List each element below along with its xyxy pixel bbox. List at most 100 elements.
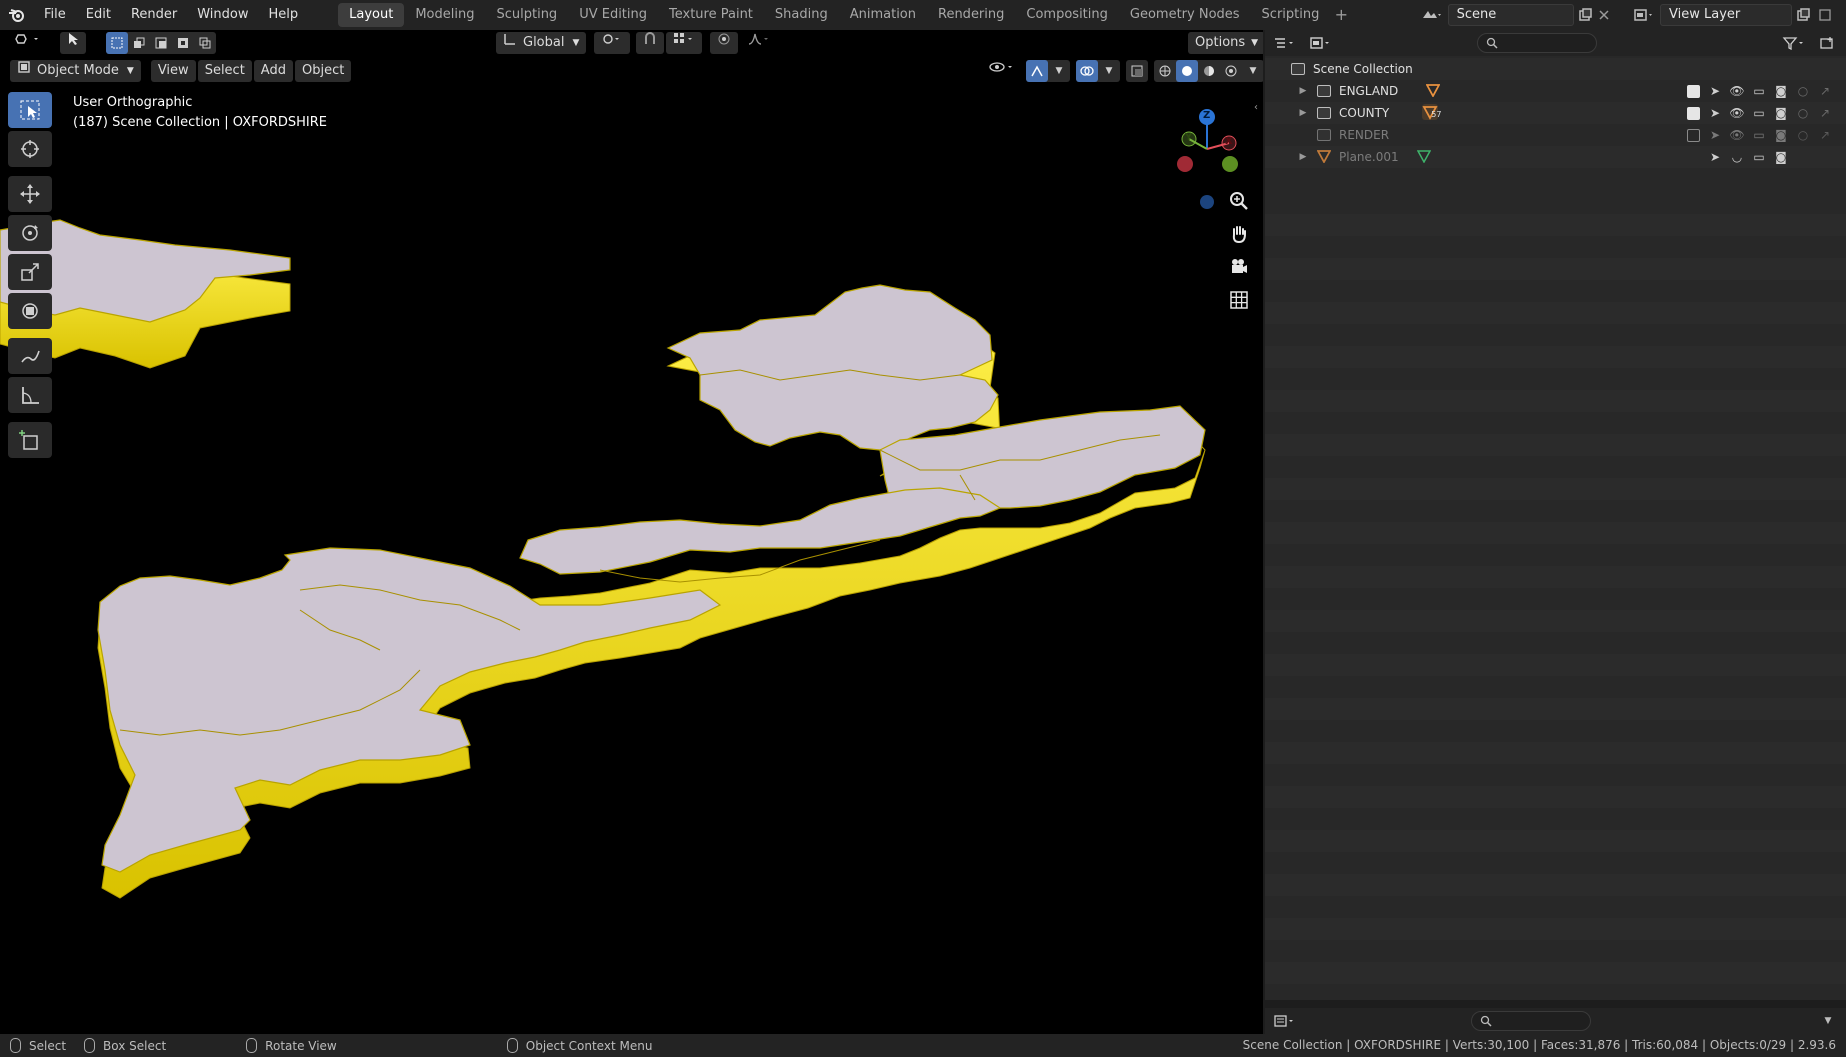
chevron-down-icon[interactable]: ▼ (1098, 60, 1120, 82)
exclude-checkbox[interactable] (1682, 84, 1704, 98)
overlays-icon[interactable] (1076, 60, 1098, 82)
outliner-row-england[interactable]: ▶ ENGLAND ➤ 👁 ▭ ◙ ○ ↗ (1265, 80, 1846, 102)
xray-icon[interactable] (1126, 60, 1148, 82)
chevron-down-icon[interactable]: ▼ (1048, 60, 1070, 82)
remove-view-layer-icon[interactable] (1814, 4, 1836, 26)
snap-element-icon[interactable] (666, 32, 703, 54)
scene-browse-icon[interactable] (1416, 4, 1448, 26)
expand-arrow-icon[interactable]: ▶ (1297, 108, 1309, 118)
transform-orientation-dropdown[interactable]: Global ▼ (496, 32, 587, 54)
render-camera-icon[interactable]: ◙ (1770, 128, 1792, 142)
viewport-monitor-icon[interactable]: ▭ (1748, 150, 1770, 164)
holdout-circle-icon[interactable]: ○ (1792, 106, 1814, 120)
tab-layout[interactable]: Layout (338, 3, 405, 27)
solid-shading-icon[interactable] (1176, 60, 1198, 82)
indirect-only-icon[interactable]: ↗ (1814, 128, 1836, 142)
select-box-tool-icon[interactable] (8, 92, 52, 128)
menu-object[interactable]: Object (294, 60, 352, 82)
selectable-arrow-icon[interactable]: ➤ (1704, 128, 1726, 142)
wireframe-shading-icon[interactable] (1154, 60, 1176, 82)
tab-scripting[interactable]: Scripting (1251, 3, 1331, 27)
eye-visible-icon[interactable]: 👁 (1726, 128, 1748, 142)
select-intersect-icon[interactable] (194, 32, 216, 54)
sidebar-collapse-icon[interactable]: ‹ (1254, 102, 1258, 113)
holdout-circle-icon[interactable]: ○ (1792, 128, 1814, 142)
proportional-editing-icon[interactable] (710, 32, 739, 54)
holdout-circle-icon[interactable]: ○ (1792, 84, 1814, 98)
tab-geometry-nodes[interactable]: Geometry Nodes (1119, 3, 1251, 27)
scene-name-field[interactable]: Scene (1447, 4, 1575, 26)
menu-add[interactable]: Add (253, 60, 293, 82)
outliner-row-plane[interactable]: ▶ Plane.001 ➤ ◡ ▭ ◙ (1265, 146, 1846, 168)
expand-arrow-icon[interactable]: ▶ (1297, 152, 1309, 162)
indirect-only-icon[interactable]: ↗ (1814, 84, 1836, 98)
snap-toggle-icon[interactable] (636, 32, 665, 54)
display-mode-icon[interactable] (1307, 32, 1337, 54)
properties-editor-type-icon[interactable] (1271, 1010, 1301, 1032)
pivot-point-icon[interactable] (594, 32, 631, 54)
outliner-row-scene-collection[interactable]: Scene Collection (1265, 58, 1846, 80)
view-layer-name-field[interactable]: View Layer (1660, 4, 1792, 26)
exclude-checkbox[interactable] (1682, 128, 1704, 142)
select-extend-icon[interactable] (128, 32, 150, 54)
outliner-row-render[interactable]: RENDER ➤ 👁 ▭ ◙ ○ ↗ (1265, 124, 1846, 146)
gizmo-icon[interactable] (1026, 60, 1048, 82)
outliner-editor-type-icon[interactable] (1271, 32, 1301, 54)
indirect-only-icon[interactable]: ↗ (1814, 106, 1836, 120)
selectable-arrow-icon[interactable]: ➤ (1704, 84, 1726, 98)
select-new-icon[interactable] (106, 32, 128, 54)
menu-view[interactable]: View (150, 60, 196, 82)
chevron-down-icon[interactable]: ▼ (1242, 60, 1263, 82)
tab-sculpting[interactable]: Sculpting (485, 3, 568, 27)
tab-shading[interactable]: Shading (764, 3, 839, 27)
menu-render[interactable]: Render (121, 0, 187, 30)
measure-tool-icon[interactable] (8, 377, 52, 413)
rendered-shading-icon[interactable] (1220, 60, 1242, 82)
render-camera-icon[interactable]: ◙ (1770, 84, 1792, 98)
move-tool-icon[interactable] (8, 176, 52, 212)
properties-search-input[interactable] (1471, 1011, 1591, 1031)
add-cube-tool-icon[interactable] (8, 422, 52, 458)
tab-modeling[interactable]: Modeling (404, 3, 485, 27)
scale-tool-icon[interactable] (8, 254, 52, 290)
options-dropdown[interactable]: Options ▼ (1188, 32, 1263, 54)
menu-select[interactable]: Select (197, 60, 252, 82)
exclude-checkbox[interactable] (1682, 106, 1704, 120)
add-workspace-button[interactable]: + (1330, 3, 1352, 27)
select-invert-icon[interactable] (172, 32, 194, 54)
eye-visible-icon[interactable]: 👁 (1726, 84, 1748, 98)
material-shading-icon[interactable] (1198, 60, 1220, 82)
viewport-monitor-icon[interactable]: ▭ (1748, 84, 1770, 98)
tab-texture-paint[interactable]: Texture Paint (658, 3, 764, 27)
select-subtract-icon[interactable] (150, 32, 172, 54)
zoom-icon[interactable] (1224, 186, 1254, 216)
falloff-curve-icon[interactable] (740, 32, 778, 54)
county-map-mesh[interactable] (0, 30, 1263, 1034)
menu-file[interactable]: File (34, 0, 76, 30)
new-collection-icon[interactable] (1816, 32, 1838, 54)
filter-icon[interactable] (1780, 32, 1810, 54)
new-scene-icon[interactable] (1574, 4, 1596, 26)
eye-visible-icon[interactable]: 👁 (1726, 106, 1748, 120)
selectable-arrow-icon[interactable]: ➤ (1704, 150, 1726, 164)
menu-window[interactable]: Window (187, 0, 258, 30)
blender-logo-icon[interactable] (0, 0, 34, 30)
new-view-layer-icon[interactable] (1792, 4, 1814, 26)
outliner-row-county[interactable]: ▶ COUNTY 57 ➤ 👁 ▭ ◙ ○ ↗ (1265, 102, 1846, 124)
rotate-tool-icon[interactable] (8, 215, 52, 251)
cursor-tool-icon[interactable] (8, 131, 52, 167)
menu-edit[interactable]: Edit (76, 0, 121, 30)
expand-arrow-icon[interactable]: ▶ (1297, 86, 1309, 96)
menu-help[interactable]: Help (259, 0, 309, 30)
render-camera-icon[interactable]: ◙ (1770, 106, 1792, 120)
annotate-tool-icon[interactable] (8, 338, 52, 374)
selectable-arrow-icon[interactable]: ➤ (1704, 106, 1726, 120)
visibility-eye-icon[interactable] (982, 60, 1022, 82)
close-scene-icon[interactable] (1596, 4, 1612, 26)
viewport-monitor-icon[interactable]: ▭ (1748, 106, 1770, 120)
chevron-down-icon[interactable]: ▼ (1820, 1010, 1836, 1032)
3d-viewport[interactable]: Global ▼ Options ▼ Object Mode ▼ View Se… (0, 30, 1263, 1034)
eye-hidden-icon[interactable]: ◡ (1726, 150, 1748, 164)
render-camera-icon[interactable]: ◙ (1770, 150, 1792, 164)
viewport-monitor-icon[interactable]: ▭ (1748, 128, 1770, 142)
